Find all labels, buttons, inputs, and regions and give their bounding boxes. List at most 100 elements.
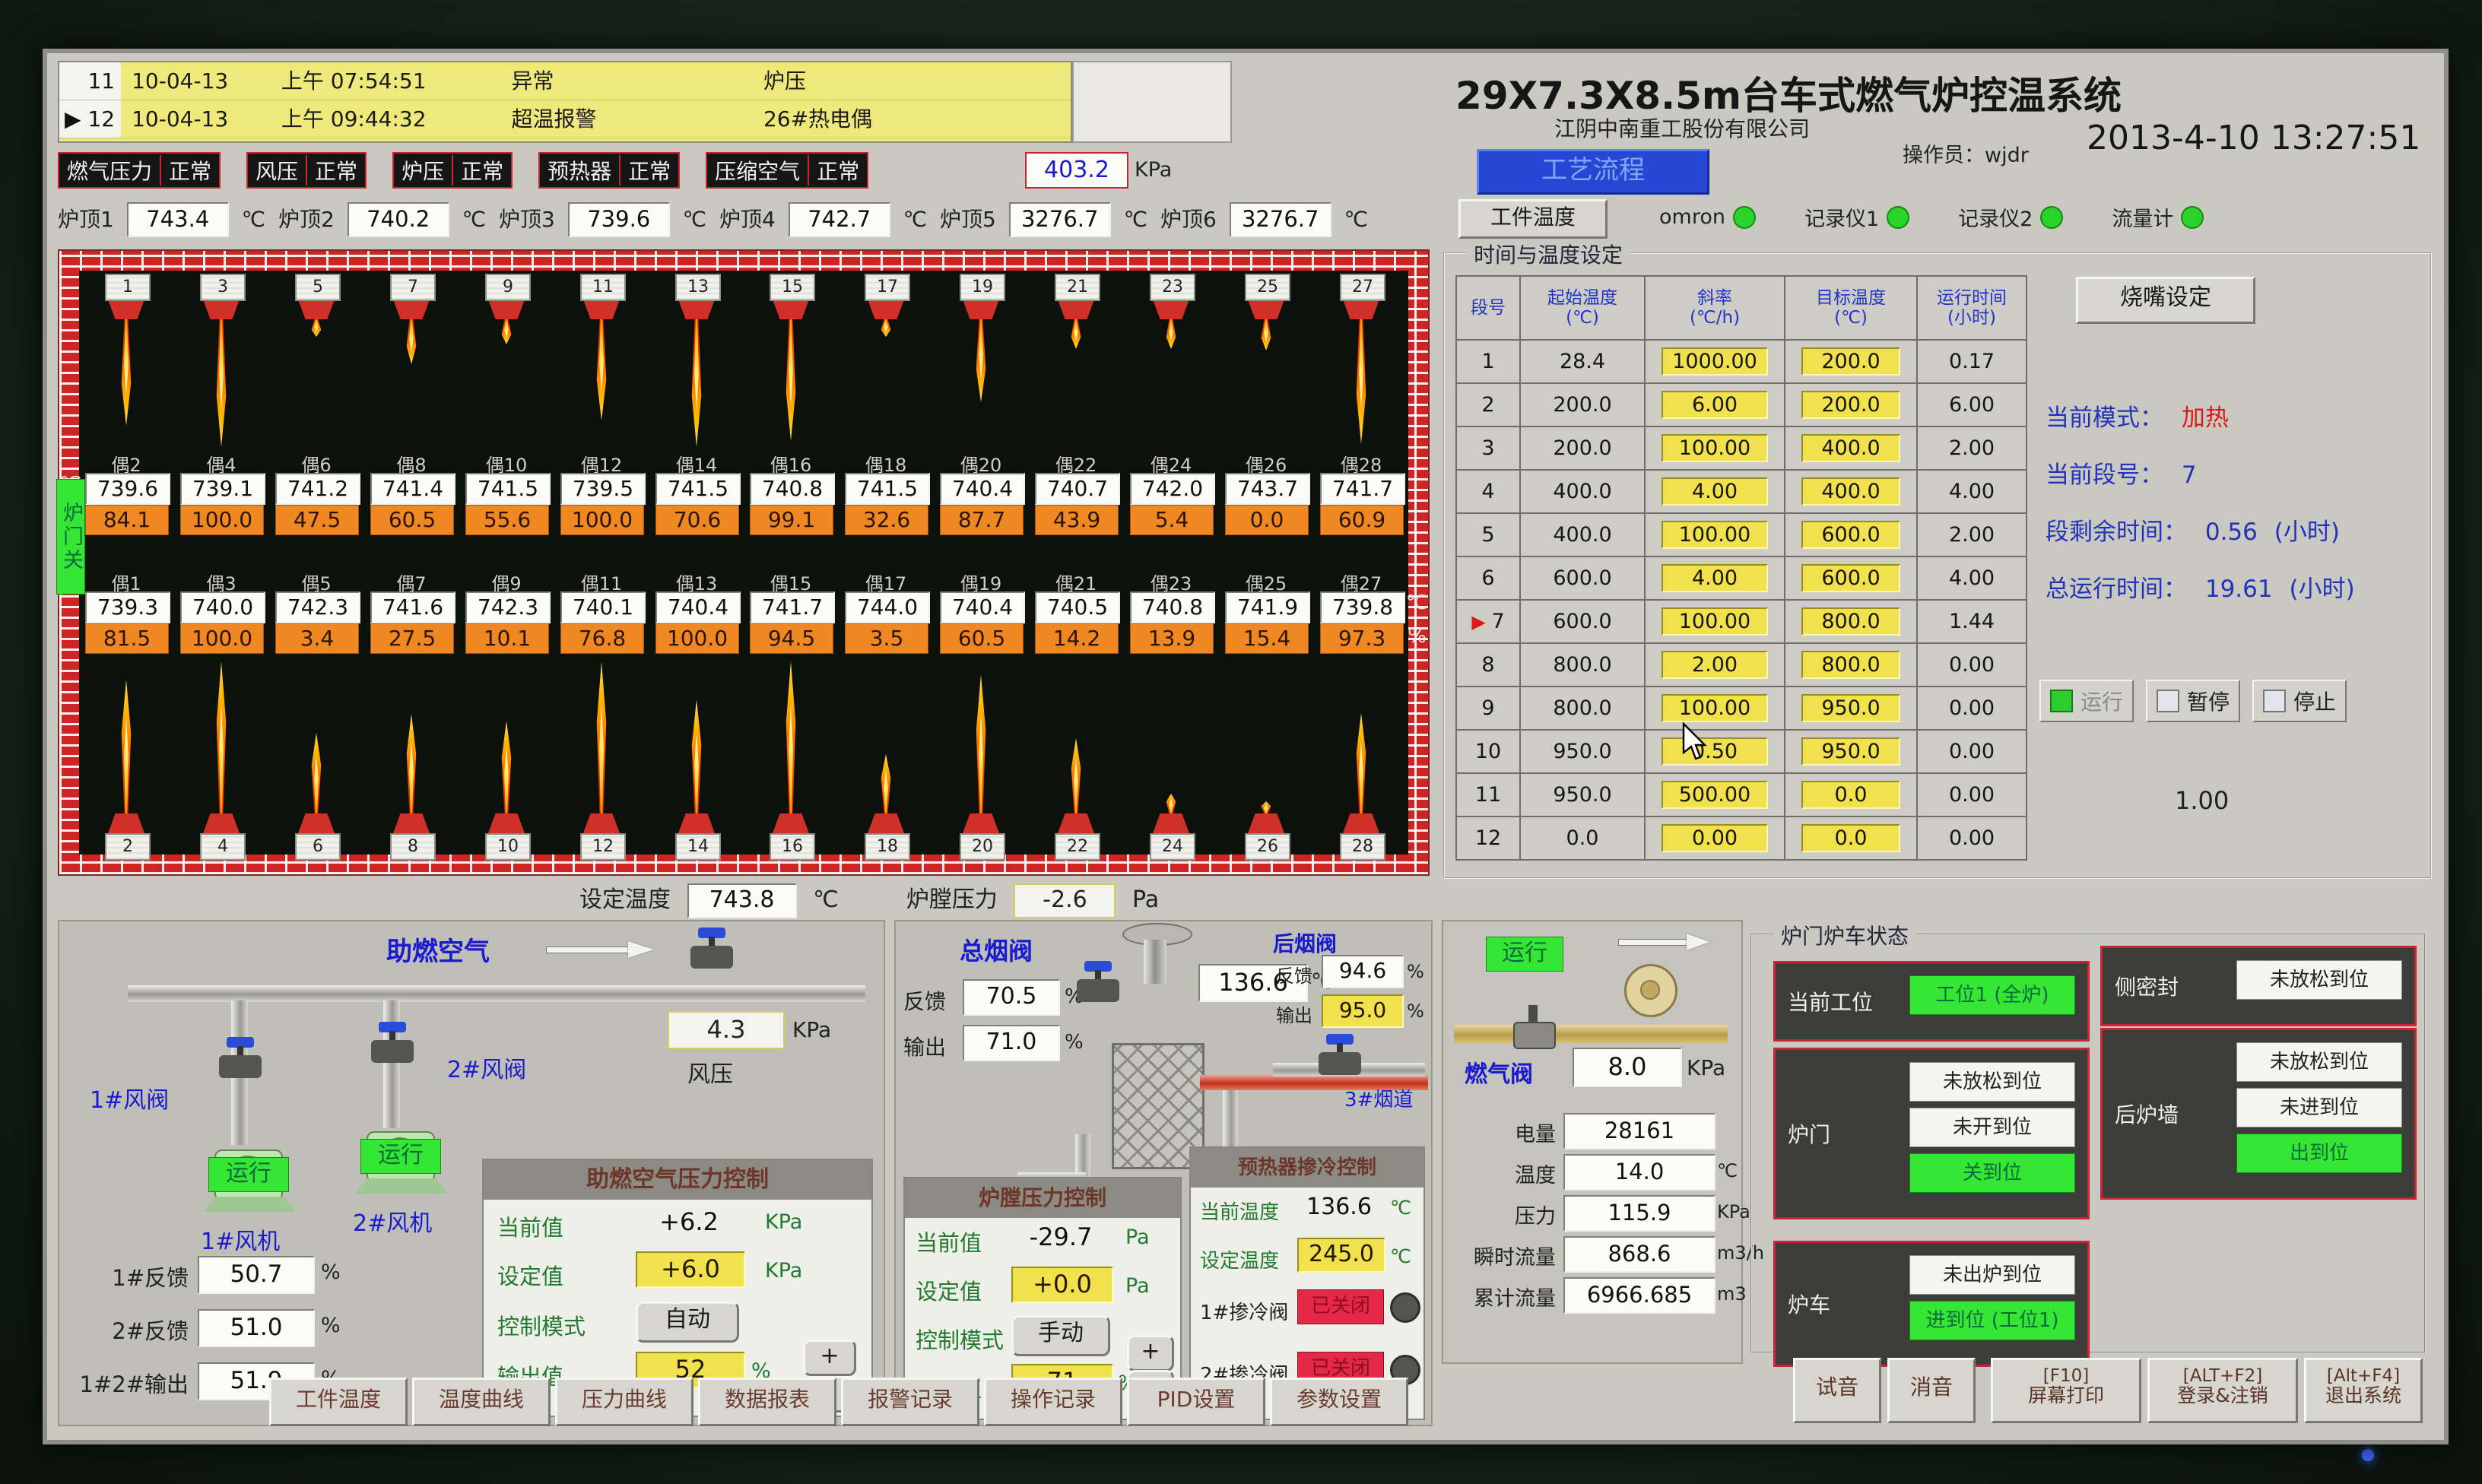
target-temp[interactable]: 800.0 — [1785, 600, 1917, 643]
schedule-row[interactable]: 11 950.0 500.00 0.0 0.00 — [1456, 773, 2027, 817]
system-button[interactable]: 试音 — [1793, 1358, 1881, 1423]
air-mode-button[interactable]: 自动 — [636, 1302, 739, 1343]
footer-nav-button[interactable]: 压力曲线 — [555, 1378, 694, 1426]
footer-nav-button[interactable]: 温度曲线 — [412, 1378, 551, 1426]
ramp-rate[interactable]: 100.00 — [1645, 687, 1785, 730]
ramp-rate[interactable]: 4.00 — [1645, 556, 1785, 600]
ramp-rate[interactable]: 6.00 — [1645, 383, 1785, 426]
burner-number: 28 — [1340, 833, 1385, 861]
ramp-rate[interactable]: 2.00 — [1645, 643, 1785, 687]
schedule-header: 段号 — [1456, 276, 1520, 340]
system-button[interactable]: 消音 — [1887, 1358, 1976, 1423]
burner-number: 6 — [295, 833, 341, 861]
power-led — [2362, 1449, 2374, 1461]
checkbox-square-icon — [2263, 690, 2286, 712]
system-button[interactable]: [F10] 屏幕打印 — [1991, 1358, 2141, 1423]
footer-nav-button[interactable]: PID设置 — [1127, 1378, 1265, 1426]
alarm-list[interactable]: 11 10-04-13 上午 07:54:51 异常 炉压 ▶ 12 10-04… — [58, 61, 1072, 143]
duct3-label: 3#烟道 — [1344, 1084, 1413, 1112]
state-checkbox[interactable]: 停止 — [2252, 680, 2347, 722]
segment-number: 5 — [1456, 513, 1520, 556]
ramp-rate[interactable]: 500.00 — [1645, 773, 1785, 817]
target-temp[interactable]: 800.0 — [1785, 643, 1917, 687]
couple-temp: 740.1 — [560, 591, 646, 623]
footer-nav-button[interactable]: 操作记录 — [984, 1378, 1122, 1426]
target-temp[interactable]: 200.0 — [1785, 340, 1917, 383]
couple-output-pct: 60.9 — [1320, 505, 1404, 535]
burner-icon — [1248, 813, 1284, 833]
schedule-row[interactable]: 12 0.0 0.00 0.0 0.00 — [1456, 817, 2027, 860]
flame-icon — [1351, 319, 1371, 444]
fan2-run-state: 运行 — [360, 1139, 441, 1174]
schedule-row[interactable]: 2 200.0 6.00 200.0 6.00 — [1456, 383, 2027, 426]
flame-icon — [1161, 794, 1181, 813]
flame-icon — [211, 661, 231, 813]
burner-number: 14 — [675, 833, 721, 861]
target-temp[interactable]: 600.0 — [1785, 556, 1917, 600]
gas-measure-value: 868.6 — [1563, 1236, 1716, 1273]
air-pressure-unit: KPa — [792, 1017, 831, 1042]
schedule-row[interactable]: 10 950.0 0.50 950.0 0.00 — [1456, 730, 2027, 773]
ramp-rate[interactable]: 100.00 — [1645, 426, 1785, 470]
smoke-out-label: 输出 — [903, 1031, 946, 1061]
target-temp[interactable]: 950.0 — [1785, 687, 1917, 730]
flame-icon — [876, 319, 896, 337]
burner-number: 9 — [485, 274, 531, 301]
air-plus-button[interactable]: + — [803, 1340, 856, 1376]
target-temp[interactable]: 950.0 — [1785, 730, 1917, 773]
schedule-row[interactable]: 8 800.0 2.00 800.0 0.00 — [1456, 643, 2027, 687]
target-temp[interactable]: 400.0 — [1785, 470, 1917, 513]
schedule-row[interactable]: 9 800.0 100.00 950.0 0.00 — [1456, 687, 2027, 730]
alarm-row[interactable]: 11 10-04-13 上午 07:54:51 异常 炉压 — [59, 62, 1071, 100]
alarm-row[interactable]: ▶ 12 10-04-13 上午 09:44:32 超温报警 26#热电偶 — [59, 100, 1071, 138]
top-temp-unit: ℃ — [1344, 207, 1368, 232]
system-button[interactable]: [Alt+F4] 退出系统 — [2304, 1358, 2423, 1423]
footer-nav-button[interactable]: 报警记录 — [841, 1378, 979, 1426]
target-temp[interactable]: 0.0 — [1785, 773, 1917, 817]
target-temp[interactable]: 400.0 — [1785, 426, 1917, 470]
schedule-row[interactable]: 1 28.4 1000.00 200.0 0.17 — [1456, 340, 2027, 383]
ch-set-value[interactable]: +0.0 — [1011, 1267, 1113, 1303]
ch-plus-button[interactable]: + — [1127, 1335, 1174, 1371]
ramp-rate[interactable]: 0.00 — [1645, 817, 1785, 860]
top-temp-label: 炉顶5 — [940, 207, 996, 232]
burner-icon — [868, 300, 904, 319]
ramp-rate[interactable]: 100.00 — [1645, 513, 1785, 556]
ramp-rate[interactable]: 1000.00 — [1645, 340, 1785, 383]
ramp-rate[interactable]: 0.50 — [1645, 730, 1785, 773]
burner-panel-info: 当前模式： 加热 当前段号： 7 段剩余时间： 0.56 (小时) 总运行时间：… — [2046, 398, 2418, 626]
couple-temp: 743.7 — [1225, 473, 1310, 505]
target-temp[interactable]: 200.0 — [1785, 383, 1917, 426]
schedule-row[interactable]: 3 200.0 100.00 400.0 2.00 — [1456, 426, 2027, 470]
alarm-time: 上午 09:44:32 — [271, 100, 501, 138]
air-set-value[interactable]: +6.0 — [636, 1251, 745, 1288]
run-hours: 0.00 — [1917, 643, 2027, 687]
target-temp[interactable]: 0.0 — [1785, 817, 1917, 860]
ramp-rate[interactable]: 4.00 — [1645, 470, 1785, 513]
ch-mode-button[interactable]: 手动 — [1011, 1315, 1110, 1356]
footer-nav-button[interactable]: 数据报表 — [698, 1378, 836, 1426]
state-checkbox[interactable]: 运行 — [2039, 680, 2134, 722]
schedule-row[interactable]: 6 600.0 4.00 600.0 4.00 — [1456, 556, 2027, 600]
flame-icon — [1161, 319, 1181, 349]
target-temp[interactable]: 600.0 — [1785, 513, 1917, 556]
burner-panel-row: 当前段号： 7 — [2046, 455, 2418, 490]
schedule-row[interactable]: 5 400.0 100.00 600.0 2.00 — [1456, 513, 2027, 556]
schedule-table[interactable]: 段号起始温度(℃)斜率(℃/h)目标温度(℃)运行时间(小时) 1 28.4 1… — [1455, 275, 2027, 861]
piece-temp-button[interactable]: 工件温度 — [1458, 199, 1608, 239]
footer-nav-button[interactable]: 参数设置 — [1270, 1378, 1408, 1426]
process-flow-button[interactable]: 工艺流程 — [1477, 149, 1709, 195]
state-checkbox[interactable]: 暂停 — [2146, 680, 2240, 722]
footer-nav-button[interactable]: 工件温度 — [269, 1378, 408, 1426]
ph-set-value[interactable]: 245.0 — [1297, 1238, 1385, 1273]
ramp-rate[interactable]: 100.00 — [1645, 600, 1785, 643]
schedule-row[interactable]: ▶ 7 600.0 100.00 800.0 1.44 — [1456, 600, 2027, 643]
schedule-row[interactable]: 4 400.0 4.00 400.0 4.00 — [1456, 470, 2027, 513]
gas-measure-value: 115.9 — [1563, 1195, 1716, 1232]
flame-icon — [971, 319, 991, 402]
system-button-label: 登录&注销 — [2150, 1386, 2296, 1406]
burner-settings-button[interactable]: 烧嘴设定 — [2076, 277, 2255, 324]
flame-icon — [781, 661, 801, 813]
furnace-interior: 1 3 5 7 9 11 13 15 17 19 21 — [79, 271, 1408, 855]
system-button[interactable]: [ALT+F2] 登录&注销 — [2147, 1358, 2298, 1423]
